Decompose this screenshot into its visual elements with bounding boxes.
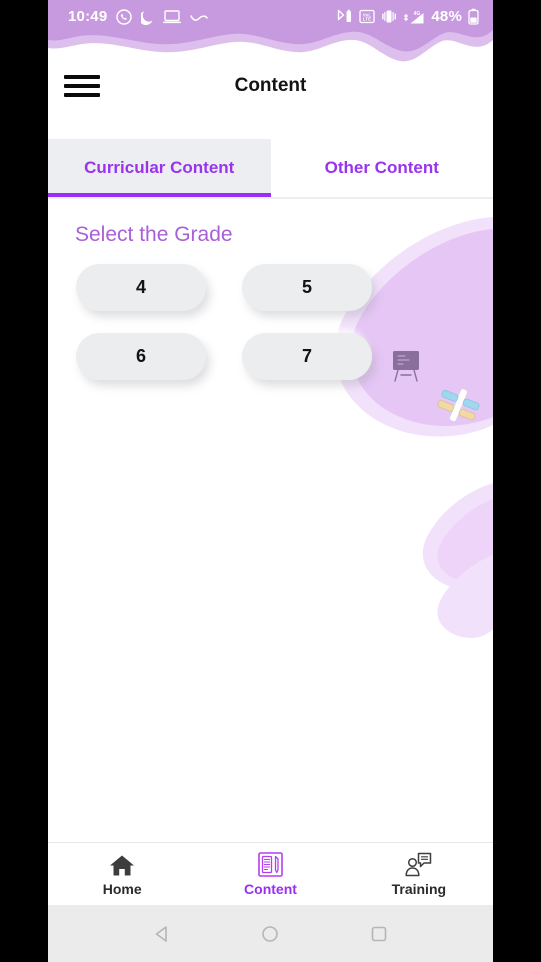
vibrate-icon [381,9,397,24]
status-bar-right: VoL LTE 4G 48% [335,8,479,25]
bluetooth-battery-icon [335,9,353,25]
nav-item-content[interactable]: Content [196,843,344,905]
battery-icon [468,8,479,25]
signal-4g-icon: 4G [403,9,425,25]
training-person-icon [405,851,432,877]
grade-button-4[interactable]: 4 [76,264,206,311]
section-title: Select the Grade [75,223,233,246]
page-title: Content [234,75,307,96]
tab-divider [48,197,493,199]
home-icon [109,851,135,877]
phone-screen: 10:49 VoL LTE 4G 48% Content Curricular … [48,0,493,962]
grade-button-7[interactable]: 7 [242,333,372,380]
svg-text:LTE: LTE [363,17,371,22]
dnd-moon-icon [141,9,154,25]
content-book-icon [258,851,283,877]
nav-label: Training [391,881,447,897]
bottom-navigation: Home Content Training [48,842,493,905]
home-circle-icon[interactable] [260,924,280,944]
grade-button-6[interactable]: 6 [76,333,206,380]
nav-label: Home [102,881,142,897]
battery-percent-label: 48% [431,8,462,25]
nav-label: Content [244,881,297,897]
status-bar: 10:49 VoL LTE 4G 48% [48,0,493,33]
svg-text:4G: 4G [414,11,421,17]
screencast-icon [163,9,182,24]
whatsapp-icon [116,8,133,25]
android-system-nav [48,905,493,962]
nav-item-training[interactable]: Training [345,843,493,905]
recents-square-icon[interactable] [369,924,389,944]
grade-button-5[interactable]: 5 [242,264,372,311]
tab-other-content[interactable]: Other Content [270,139,493,197]
tab-bar: Curricular Content Other Content [48,139,493,197]
volte-icon: VoL LTE [359,9,376,24]
status-bar-left: 10:49 [68,8,209,25]
nav-item-home[interactable]: Home [48,843,196,905]
grade-button-grid: 4 5 6 7 [76,264,466,380]
app-bar: Content [48,60,493,112]
hamburger-menu-icon[interactable] [64,72,100,100]
main-content: Select the Grade 4 5 6 7 [48,199,493,842]
status-time: 10:49 [68,8,108,25]
tab-label: Curricular Content [84,158,235,177]
back-triangle-icon[interactable] [152,924,172,944]
tab-label: Other Content [324,158,439,177]
tilde-icon [190,12,209,22]
tab-curricular-content[interactable]: Curricular Content [48,139,271,197]
